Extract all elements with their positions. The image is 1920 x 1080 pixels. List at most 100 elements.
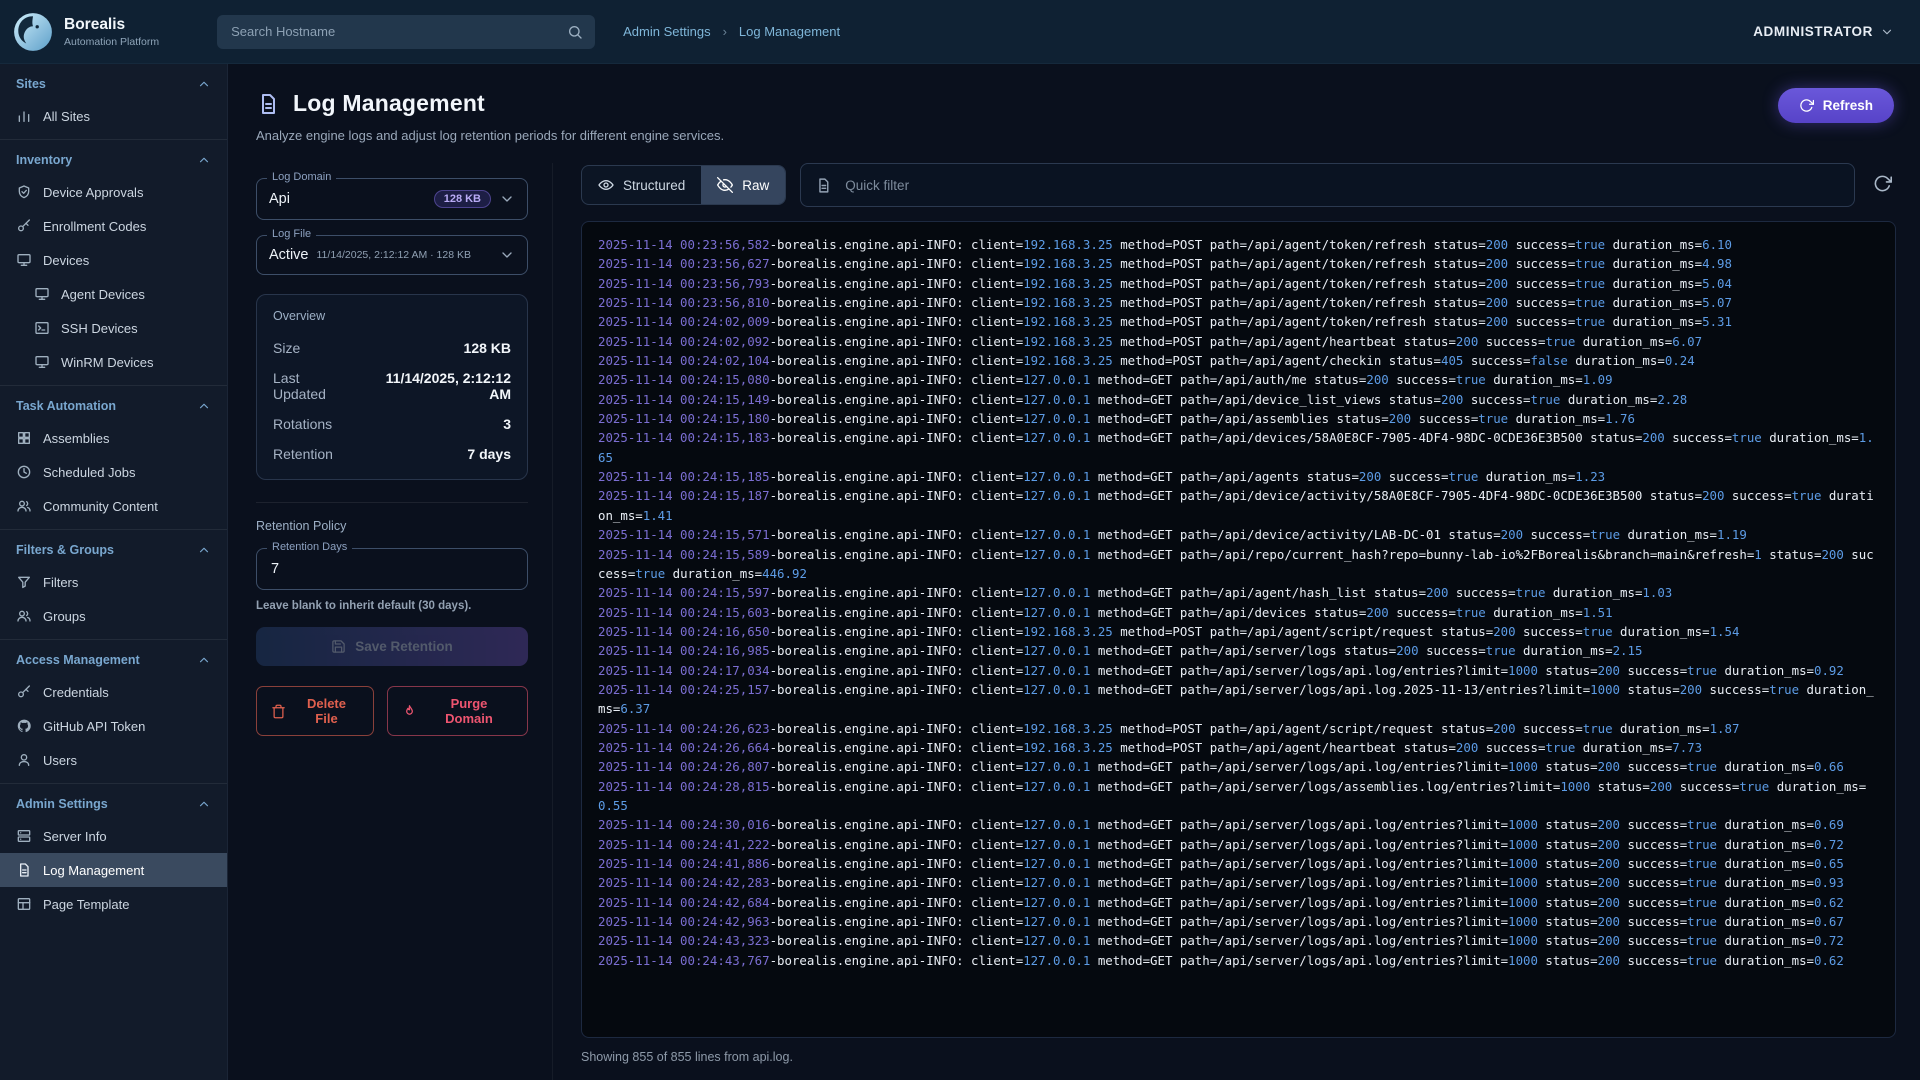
brand-tagline: Automation Platform [64, 36, 159, 48]
eye-off-icon [717, 177, 733, 193]
log-line: 2025-11-14 00:24:42,283-borealis.engine.… [598, 873, 1879, 892]
log-line: 2025-11-14 00:24:15,571-borealis.engine.… [598, 525, 1879, 544]
monitor-icon [16, 252, 32, 268]
sidebar-item-server-info[interactable]: Server Info [0, 819, 227, 853]
log-domain-size-badge: 128 KB [434, 190, 491, 208]
topbar: Borealis Automation Platform Admin Setti… [0, 0, 1920, 64]
sidebar-item-filters[interactable]: Filters [0, 565, 227, 599]
grid-icon [16, 430, 32, 446]
sidebar-item-github-api-token[interactable]: GitHub API Token [0, 709, 227, 743]
key-icon [16, 218, 32, 234]
breadcrumb-log-management[interactable]: Log Management [739, 24, 840, 39]
refresh-button[interactable]: Refresh [1778, 88, 1894, 123]
sidebar-section-task-automation[interactable]: Task Automation [0, 386, 227, 421]
reload-logs-button[interactable] [1869, 170, 1896, 200]
log-line: 2025-11-14 00:24:41,222-borealis.engine.… [598, 835, 1879, 854]
sidebar-section-filters-groups[interactable]: Filters & Groups [0, 530, 227, 565]
chevron-up-icon [197, 543, 211, 557]
log-file-meta: 11/14/2025, 2:12:12 AM · 128 KB [317, 249, 472, 261]
trash-icon [271, 704, 286, 719]
chevron-up-icon [197, 399, 211, 413]
log-domain-label: Log Domain [267, 171, 336, 183]
log-management-icon [256, 92, 280, 116]
log-line: 2025-11-14 00:24:43,767-borealis.engine.… [598, 951, 1879, 970]
sidebar-item-assemblies[interactable]: Assemblies [0, 421, 227, 455]
delete-file-button[interactable]: Delete File [256, 686, 374, 736]
log-line: 2025-11-14 00:24:16,650-borealis.engine.… [598, 622, 1879, 641]
sidebar-item-all-sites[interactable]: All Sites [0, 99, 227, 133]
user-menu[interactable]: ADMINISTRATOR [1753, 24, 1894, 39]
log-line: 2025-11-14 00:24:15,185-borealis.engine.… [598, 467, 1879, 486]
save-retention-button[interactable]: Save Retention [256, 627, 528, 666]
chevron-up-icon [197, 797, 211, 811]
chevron-up-icon [197, 153, 211, 167]
log-output[interactable]: 2025-11-14 00:23:56,582-borealis.engine.… [581, 221, 1896, 1038]
log-line: 2025-11-14 00:24:15,597-borealis.engine.… [598, 583, 1879, 602]
log-line: 2025-11-14 00:24:28,815-borealis.engine.… [598, 777, 1879, 816]
log-line: 2025-11-14 00:24:26,623-borealis.engine.… [598, 719, 1879, 738]
log-file-select[interactable]: Log File Active 11/14/2025, 2:12:12 AM ·… [256, 235, 528, 275]
view-mode-toggle: Structured Raw [581, 165, 786, 205]
log-domain-select[interactable]: Log Domain Api 128 KB [256, 178, 528, 220]
overview-row-rotations: Rotations3 [273, 409, 511, 439]
main-content: Log Management Analyze engine logs and a… [228, 64, 1920, 1080]
sidebar-item-page-template[interactable]: Page Template [0, 887, 227, 921]
people-icon [16, 498, 32, 514]
purge-domain-button[interactable]: Purge Domain [387, 686, 528, 736]
save-icon [331, 639, 346, 654]
sidebar-item-log-management[interactable]: Log Management [0, 853, 227, 887]
log-line: 2025-11-14 00:23:56,793-borealis.engine.… [598, 274, 1879, 293]
sidebar-item-devices[interactable]: Devices [0, 243, 227, 277]
retention-days-field[interactable]: Retention Days [256, 548, 528, 590]
sidebar-item-ssh-devices[interactable]: SSH Devices [0, 311, 227, 345]
sidebar-section-sites[interactable]: Sites [0, 64, 227, 99]
sidebar-section-admin-settings[interactable]: Admin Settings [0, 784, 227, 819]
chevron-up-icon [197, 653, 211, 667]
sidebar-item-community-content[interactable]: Community Content [0, 489, 227, 523]
sidebar-item-credentials[interactable]: Credentials [0, 675, 227, 709]
log-icon [16, 862, 32, 878]
sidebar-item-groups[interactable]: Groups [0, 599, 227, 633]
sidebar-item-device-approvals[interactable]: Device Approvals [0, 175, 227, 209]
log-line: 2025-11-14 00:24:15,589-borealis.engine.… [598, 545, 1879, 584]
log-line: 2025-11-14 00:24:15,080-borealis.engine.… [598, 370, 1879, 389]
hostname-search[interactable] [217, 15, 595, 49]
log-line: 2025-11-14 00:24:15,603-borealis.engine.… [598, 603, 1879, 622]
breadcrumb-admin-settings[interactable]: Admin Settings [623, 24, 710, 39]
log-file-label: Log File [267, 228, 316, 240]
divider [256, 502, 528, 503]
log-line: 2025-11-14 00:24:26,807-borealis.engine.… [598, 757, 1879, 776]
sidebar-item-scheduled-jobs[interactable]: Scheduled Jobs [0, 455, 227, 489]
overview-row-last-updated: Last Updated11/14/2025, 2:12:12 AM [273, 363, 511, 409]
chevron-down-icon [499, 247, 515, 263]
sidebar-item-enrollment-codes[interactable]: Enrollment Codes [0, 209, 227, 243]
terminal-icon [34, 320, 50, 336]
sidebar-section-inventory[interactable]: Inventory [0, 140, 227, 175]
log-line: 2025-11-14 00:24:41,886-borealis.engine.… [598, 854, 1879, 873]
log-line: 2025-11-14 00:24:26,664-borealis.engine.… [598, 738, 1879, 757]
log-count-status: Showing 855 of 855 lines from api.log. [581, 1050, 1896, 1064]
sidebar-item-winrm-devices[interactable]: WinRM Devices [0, 345, 227, 379]
page-subtitle: Analyze engine logs and adjust log reten… [256, 128, 1892, 143]
sidebar-item-agent-devices[interactable]: Agent Devices [0, 277, 227, 311]
sites-icon [16, 108, 32, 124]
log-line: 2025-11-14 00:24:15,183-borealis.engine.… [598, 428, 1879, 467]
log-line: 2025-11-14 00:24:30,016-borealis.engine.… [598, 815, 1879, 834]
search-icon [567, 24, 583, 40]
chevron-down-icon [499, 191, 515, 207]
log-line: 2025-11-14 00:24:15,187-borealis.engine.… [598, 486, 1879, 525]
search-input[interactable] [229, 23, 559, 40]
sidebar-item-users[interactable]: Users [0, 743, 227, 777]
log-settings-panel: Log Domain Api 128 KB Log File Active 11… [256, 163, 552, 1080]
raw-mode-button[interactable]: Raw [701, 166, 785, 204]
log-line: 2025-11-14 00:24:43,323-borealis.engine.… [598, 931, 1879, 950]
log-domain-value: Api [269, 191, 290, 207]
structured-mode-button[interactable]: Structured [582, 166, 701, 204]
quick-filter-input[interactable] [843, 177, 1840, 194]
log-line: 2025-11-14 00:24:15,149-borealis.engine.… [598, 390, 1879, 409]
quick-filter[interactable] [800, 163, 1855, 207]
sidebar-section-access-management[interactable]: Access Management [0, 640, 227, 675]
retention-days-input[interactable] [269, 560, 515, 578]
user-label: ADMINISTRATOR [1753, 24, 1873, 39]
user-icon [16, 752, 32, 768]
